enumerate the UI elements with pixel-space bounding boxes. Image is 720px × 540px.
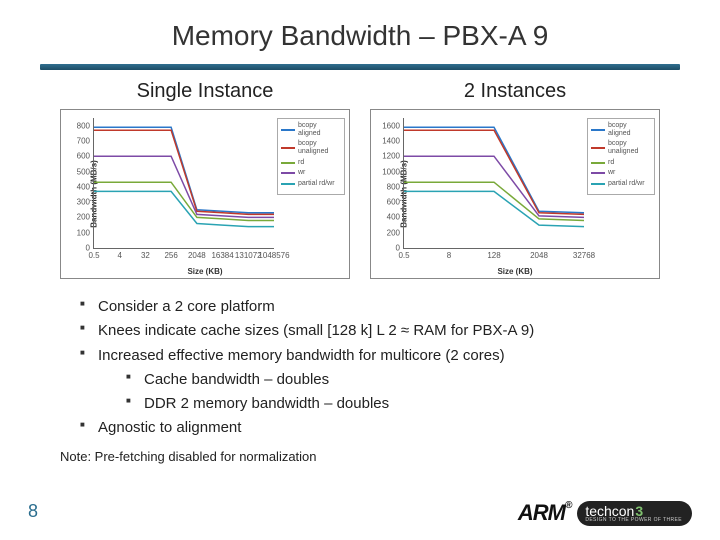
y-tick: 800 [64, 121, 90, 130]
y-tick: 100 [64, 228, 90, 237]
y-tick: 200 [374, 228, 400, 237]
footer-branding: ARM® techcon3 DESIGN TO THE POWER OF THR… [518, 500, 692, 526]
y-tick: 800 [374, 182, 400, 191]
legend-swatch [591, 172, 605, 174]
y-tick: 0 [374, 244, 400, 253]
legend-label: bcopy unaligned [298, 140, 341, 155]
x-tick: 2048 [188, 251, 206, 260]
legend-item: rd [591, 159, 651, 167]
legend-label: bcopy unaligned [608, 140, 651, 155]
legend-swatch [591, 129, 605, 131]
bullet-sub-item: Cache bandwidth – doubles [126, 370, 660, 390]
legend-label: partial rd/wr [298, 180, 335, 188]
series-line [94, 191, 274, 226]
x-tick: 8 [447, 251, 451, 260]
bullet-item: Consider a 2 core platform [80, 297, 660, 317]
plot-area: 020040060080010001200140016000.581282048… [403, 118, 584, 249]
right-chart-title: 2 Instances [370, 80, 660, 103]
x-tick: 1048576 [258, 251, 289, 260]
legend-swatch [281, 129, 295, 131]
legend-item: wr [591, 169, 651, 177]
x-tick: 0.5 [398, 251, 409, 260]
legend-label: wr [608, 169, 615, 177]
series-line [404, 130, 584, 214]
legend-label: wr [298, 169, 305, 177]
y-tick: 1000 [374, 167, 400, 176]
legend-item: partial rd/wr [591, 180, 651, 188]
y-tick: 1400 [374, 136, 400, 145]
legend-swatch [281, 183, 295, 185]
x-tick: 2048 [530, 251, 548, 260]
series-line [404, 127, 584, 213]
chart-two-instances: Bandwidth (MB/s) 02004006008001000120014… [370, 109, 660, 279]
left-chart-title: Single Instance [60, 80, 350, 103]
bullet-sub-item: DDR 2 memory bandwidth – doubles [126, 394, 660, 414]
chart-single-instance: Bandwidth (MB/s) 01002003004005006007008… [60, 109, 350, 279]
legend-swatch [281, 147, 295, 149]
legend-item: wr [281, 169, 341, 177]
y-tick: 200 [64, 213, 90, 222]
x-axis-label: Size (KB) [187, 267, 222, 276]
legend-swatch [591, 147, 605, 149]
legend-label: bcopy aligned [608, 122, 651, 137]
slide-title: Memory Bandwidth – PBX-A 9 [0, 0, 720, 52]
legend-label: partial rd/wr [608, 180, 645, 188]
plot-area: 01002003004005006007008000.5432256204816… [93, 118, 274, 249]
y-tick: 1600 [374, 121, 400, 130]
x-axis-label: Size (KB) [497, 267, 532, 276]
page-number: 8 [28, 501, 38, 522]
arm-logo: ARM® [518, 500, 571, 526]
techcon-badge: techcon3 DESIGN TO THE POWER OF THREE [577, 501, 692, 526]
legend-label: rd [608, 159, 614, 167]
legend-item: partial rd/wr [281, 180, 341, 188]
x-tick: 32768 [573, 251, 595, 260]
y-tick: 1200 [374, 152, 400, 161]
x-tick: 4 [117, 251, 121, 260]
legend-item: bcopy aligned [281, 122, 341, 137]
legend-item: rd [281, 159, 341, 167]
y-tick: 600 [374, 198, 400, 207]
legend-label: bcopy aligned [298, 122, 341, 137]
legend-swatch [591, 183, 605, 185]
y-tick: 700 [64, 136, 90, 145]
x-tick: 16384 [211, 251, 233, 260]
legend-item: bcopy aligned [591, 122, 651, 137]
title-divider [40, 64, 680, 70]
bullet-item: Agnostic to alignment [80, 418, 660, 438]
bullet-item: Knees indicate cache sizes (small [128 k… [80, 321, 660, 341]
y-tick: 400 [64, 182, 90, 191]
series-line [94, 130, 274, 214]
y-tick: 400 [374, 213, 400, 222]
y-tick: 600 [64, 152, 90, 161]
y-tick: 500 [64, 167, 90, 176]
bullet-item: Increased effective memory bandwidth for… [80, 346, 660, 415]
legend-label: rd [298, 159, 304, 167]
x-tick: 0.5 [88, 251, 99, 260]
series-line [404, 191, 584, 226]
legend-swatch [281, 162, 295, 164]
chart-legend: bcopy aligned bcopy unaligned rd wr partial … [587, 118, 655, 195]
legend-item: bcopy unaligned [591, 140, 651, 155]
y-tick: 0 [64, 244, 90, 253]
series-line [404, 156, 584, 217]
x-tick: 256 [164, 251, 177, 260]
series-line [404, 182, 584, 220]
y-tick: 300 [64, 198, 90, 207]
x-tick: 32 [141, 251, 150, 260]
legend-swatch [591, 162, 605, 164]
legend-swatch [281, 172, 295, 174]
footnote: Note: Pre-fetching disabled for normaliz… [60, 449, 660, 464]
legend-item: bcopy unaligned [281, 140, 341, 155]
x-tick: 128 [487, 251, 500, 260]
chart-legend: bcopy aligned bcopy unaligned rd wr partial … [277, 118, 345, 195]
bullet-list: Consider a 2 core platform Knees indicat… [80, 297, 660, 439]
